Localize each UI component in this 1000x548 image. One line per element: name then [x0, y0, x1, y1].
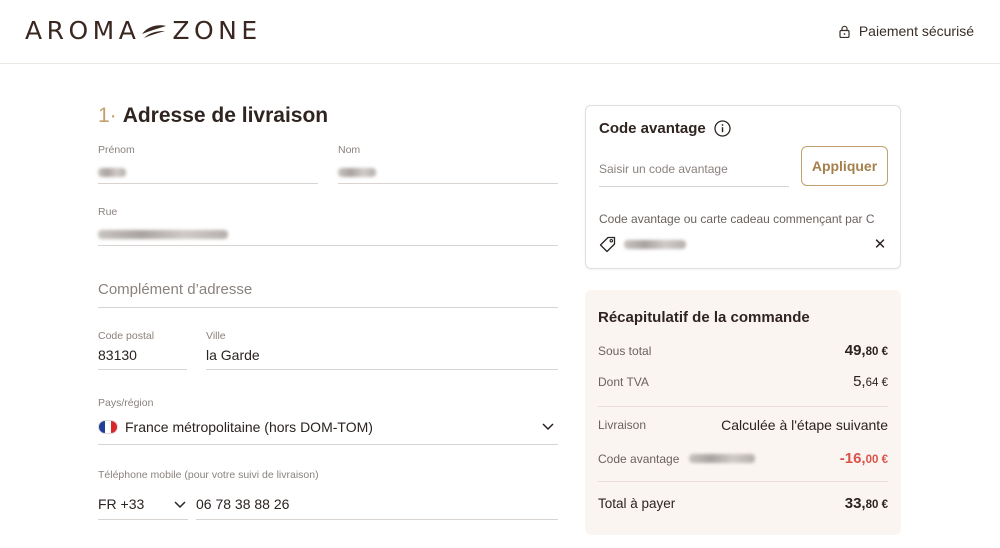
discount-code-value: [689, 454, 756, 463]
postal-code-value: 83130: [98, 347, 137, 363]
phone-prefix-value: FR +33: [98, 496, 145, 512]
promo-code-card: Code avantage Saisir un code avantage Ap…: [585, 105, 901, 269]
first-name-field[interactable]: Prénom: [98, 144, 318, 184]
subtotal-label: Sous total: [598, 343, 652, 358]
promo-code-placeholder: Saisir un code avantage: [599, 162, 728, 176]
first-name-label: Prénom: [98, 144, 135, 156]
address-complement-placeholder: Complément d’adresse: [98, 281, 253, 298]
country-label: Pays/région: [98, 397, 154, 409]
brand-name-part2: ZONE: [172, 15, 262, 45]
secure-payment: Paiement sécurisé: [839, 23, 974, 39]
phone-prefix-select[interactable]: FR +33: [98, 488, 188, 520]
postal-code-field[interactable]: Code postal 83130: [98, 330, 187, 370]
divider: [598, 481, 888, 482]
postal-code-label: Code postal: [98, 330, 155, 342]
remove-code-icon[interactable]: ✕: [873, 236, 887, 253]
total-value: 33,80 €: [844, 495, 888, 512]
phone-number-value: 06 78 38 88 26: [196, 496, 290, 512]
secure-payment-label: Paiement sécurisé: [858, 23, 974, 39]
promo-code-note: Code avantage ou carte cadeau commençant…: [599, 212, 875, 226]
chevron-down-icon: [542, 423, 554, 431]
order-summary-card: Récapitulatif de la commande Sous total …: [585, 290, 901, 535]
country-select[interactable]: Pays/région France métropolitaine (hors …: [98, 397, 558, 445]
phone-label: Téléphone mobile (pour votre suivi de li…: [98, 469, 319, 481]
city-label: Ville: [206, 330, 226, 342]
step-number: 1·: [98, 104, 117, 127]
street-field[interactable]: Rue: [98, 206, 558, 246]
last-name-label: Nom: [338, 144, 361, 156]
total-label: Total à payer: [598, 496, 676, 511]
order-summary-title: Récapitulatif de la commande: [598, 309, 810, 326]
discount-label-wrap: Code avantage: [598, 451, 756, 466]
promo-code-title: Code avantage: [599, 120, 706, 137]
apply-button[interactable]: Appliquer: [801, 146, 888, 186]
street-label: Rue: [98, 206, 118, 218]
phone-number-field[interactable]: 06 78 38 88 26: [196, 488, 558, 520]
info-icon[interactable]: [714, 120, 731, 137]
brand-logo[interactable]: AROMA ZONE: [25, 15, 262, 45]
discount-row: Code avantage -16,00 €: [598, 450, 888, 467]
city-value: la Garde: [206, 347, 260, 363]
leaf-icon: [142, 25, 167, 38]
shipping-label: Livraison: [598, 418, 647, 432]
section-title-text: Adresse de livraison: [122, 104, 329, 127]
street-value: [98, 226, 228, 242]
chevron-down-icon: [174, 501, 186, 509]
last-name-field[interactable]: Nom: [338, 144, 558, 184]
country-value: France métropolitaine (hors DOM-TOM): [125, 419, 373, 435]
vat-value: 5,64 €: [853, 373, 888, 390]
discount-value: -16,00 €: [839, 450, 888, 467]
country-value-wrap: France métropolitaine (hors DOM-TOM): [98, 419, 373, 435]
shipping-row: Livraison Calculée à l'étape suivante: [598, 417, 888, 433]
header: AROMA ZONE Paiement sécurisé: [0, 0, 1000, 64]
discount-label: Code avantage: [598, 451, 680, 466]
section-title: 1· Adresse de livraison: [98, 104, 328, 128]
vat-row: Dont TVA 5,64 €: [598, 373, 888, 390]
promo-code-title-wrap: Code avantage: [599, 120, 731, 137]
vat-label: Dont TVA: [598, 374, 649, 389]
last-name-value: [338, 164, 376, 180]
applied-code: [599, 236, 686, 253]
subtotal-value: 49,80 €: [844, 342, 888, 359]
applied-code-value: [624, 240, 686, 249]
shipping-value: Calculée à l'étape suivante: [721, 417, 888, 433]
brand-name-part1: AROMA: [25, 15, 141, 45]
lock-icon: [839, 25, 850, 38]
tag-icon: [599, 236, 616, 253]
divider: [598, 406, 888, 407]
address-complement-field[interactable]: Complément d’adresse: [98, 270, 558, 308]
first-name-value: [98, 164, 126, 180]
promo-code-input[interactable]: Saisir un code avantage: [599, 152, 789, 187]
total-row: Total à payer 33,80 €: [598, 495, 888, 512]
subtotal-row: Sous total 49,80 €: [598, 342, 888, 359]
city-field[interactable]: Ville la Garde: [206, 330, 558, 370]
france-flag-icon: [98, 420, 118, 434]
